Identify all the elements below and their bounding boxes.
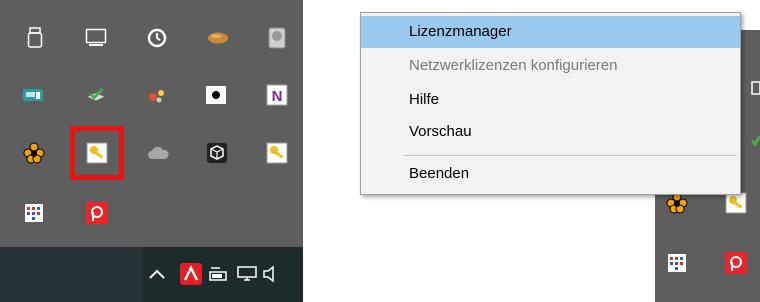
flower-icon[interactable] bbox=[23, 142, 45, 164]
menu-separator bbox=[403, 155, 737, 156]
tray-overflow-flyout: N bbox=[0, 0, 303, 247]
display-icon[interactable] bbox=[85, 27, 107, 49]
usb-drive-icon[interactable] bbox=[24, 27, 46, 49]
display-icon[interactable] bbox=[751, 78, 760, 100]
avira-icon[interactable] bbox=[180, 263, 202, 285]
license-key-icon[interactable] bbox=[266, 142, 288, 164]
pdf-icon[interactable] bbox=[86, 202, 108, 224]
menu-item-lizenzmanager[interactable]: Lizenzmanager bbox=[361, 16, 740, 48]
menu-item-label: Vorschau bbox=[409, 123, 472, 140]
pdf-icon[interactable] bbox=[725, 252, 747, 274]
menu-item-hilfe[interactable]: Hilfe bbox=[361, 84, 740, 116]
network-bug-icon[interactable] bbox=[146, 84, 168, 106]
clock-icon[interactable] bbox=[146, 27, 168, 49]
taskbar bbox=[0, 247, 303, 302]
svg-text:N: N bbox=[272, 88, 283, 105]
paint-brush-icon[interactable] bbox=[207, 27, 229, 49]
keyboard-icon[interactable] bbox=[22, 84, 44, 106]
taskbar-empty-area bbox=[0, 247, 143, 302]
drive-icon[interactable] bbox=[266, 27, 288, 49]
sync-check-icon[interactable] bbox=[85, 84, 107, 106]
license-key-icon[interactable] bbox=[725, 192, 747, 214]
menu-item-vorschau[interactable]: Vorschau bbox=[361, 116, 740, 148]
calendar-icon[interactable] bbox=[23, 202, 45, 224]
menu-item-label: Netzwerklizenzen konfigurieren bbox=[409, 57, 618, 74]
battery-icon[interactable] bbox=[208, 263, 230, 285]
flower-icon[interactable] bbox=[666, 192, 688, 214]
menu-item-beenden[interactable]: Beenden bbox=[361, 158, 740, 190]
record-icon[interactable] bbox=[205, 84, 227, 106]
menu-item-netzwerklizenzen: Netzwerklizenzen konfigurieren bbox=[361, 50, 740, 82]
menu-item-label: Hilfe bbox=[409, 91, 440, 108]
cube-icon[interactable] bbox=[206, 142, 228, 164]
context-menu: Lizenzmanager Netzwerklizenzen konfiguri… bbox=[360, 12, 741, 195]
network-icon[interactable] bbox=[236, 263, 258, 285]
sync-check-icon[interactable] bbox=[751, 130, 760, 152]
cloud-icon[interactable] bbox=[147, 142, 169, 164]
selection-highlight bbox=[70, 126, 124, 180]
onenote-icon[interactable]: N bbox=[266, 84, 288, 106]
volume-icon[interactable] bbox=[262, 263, 276, 285]
menu-item-label: Lizenzmanager bbox=[409, 23, 512, 40]
menu-item-label: Beenden bbox=[409, 165, 470, 182]
calendar-icon[interactable] bbox=[666, 252, 688, 274]
show-hidden-icons-chevron[interactable] bbox=[146, 263, 168, 285]
